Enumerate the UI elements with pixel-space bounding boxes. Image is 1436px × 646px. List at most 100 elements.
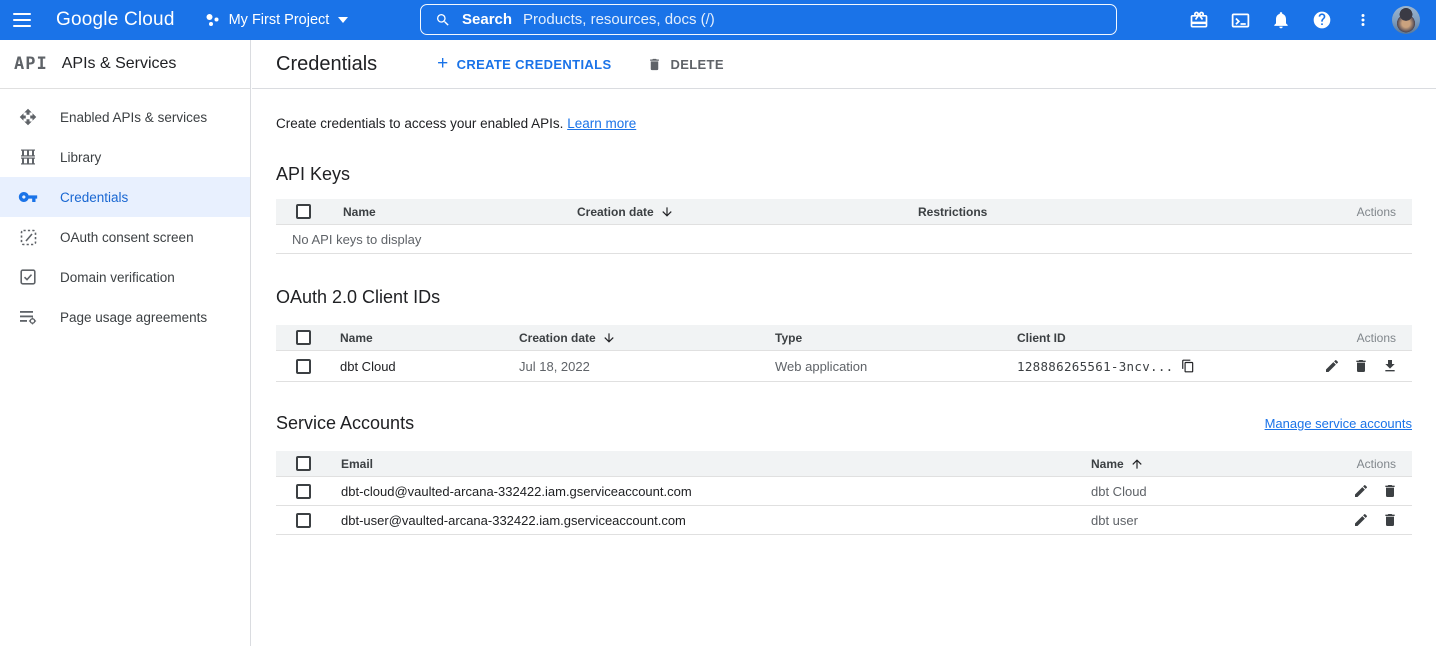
search-label: Search: [462, 11, 512, 28]
service-accounts-table: Email Name Actions dbt-cloud@vaulted-arc…: [276, 451, 1412, 535]
google-cloud-console: Google Cloud My First Project Search Pro…: [0, 0, 1436, 646]
oauth-client-name[interactable]: dbt Cloud: [340, 359, 519, 374]
column-header-name[interactable]: Name: [1091, 457, 1332, 471]
column-header-actions: Actions: [1332, 205, 1412, 219]
page-title: Credentials: [276, 53, 377, 76]
table-row: dbt-cloud@vaulted-arcana-332422.iam.gser…: [276, 477, 1412, 506]
column-header-creation-date[interactable]: Creation date: [577, 205, 918, 219]
service-account-name: dbt Cloud: [1091, 484, 1332, 499]
row-checkbox[interactable]: [296, 484, 311, 499]
page-usage-icon: [16, 305, 40, 329]
column-header-actions: Actions: [1332, 457, 1412, 471]
service-account-name: dbt user: [1091, 513, 1332, 528]
oauth-client-creation-date: Jul 18, 2022: [519, 359, 775, 374]
column-header-name[interactable]: Name: [343, 205, 577, 219]
edit-icon[interactable]: [1353, 483, 1369, 499]
oauth-client-type: Web application: [775, 359, 1017, 374]
sidebar-title: APIs & Services: [62, 55, 177, 73]
sort-desc-icon: [660, 205, 674, 219]
sidebar-item-enabled-apis[interactable]: Enabled APIs & services: [0, 97, 250, 137]
topbar-actions: [1187, 0, 1436, 40]
sidebar-item-credentials[interactable]: Credentials: [0, 177, 250, 217]
oauth-client-id: 128886265561-3ncv...: [1017, 359, 1174, 374]
gift-icon[interactable]: [1187, 8, 1211, 32]
chevron-down-icon: [338, 17, 348, 23]
delete-icon[interactable]: [1382, 512, 1398, 528]
api-keys-empty-message: No API keys to display: [276, 225, 1412, 254]
service-accounts-table-header: Email Name Actions: [276, 451, 1412, 477]
menu-icon[interactable]: [0, 0, 44, 40]
trash-icon: [647, 57, 662, 72]
api-keys-table-header: Name Creation date Restrictions Actions: [276, 199, 1412, 225]
project-icon: [205, 13, 220, 28]
select-all-checkbox[interactable]: [296, 456, 311, 471]
manage-service-accounts-link[interactable]: Manage service accounts: [1265, 416, 1412, 431]
service-account-email[interactable]: dbt-cloud@vaulted-arcana-332422.iam.gser…: [341, 484, 1091, 499]
sidebar-nav: Enabled APIs & services Library Credenti…: [0, 89, 250, 337]
key-icon: [16, 185, 40, 209]
api-keys-table: Name Creation date Restrictions Actions …: [276, 199, 1412, 254]
sidebar-item-label: Enabled APIs & services: [60, 110, 207, 125]
intro-text: Create credentials to access your enable…: [276, 116, 1412, 131]
notifications-icon[interactable]: [1269, 8, 1293, 32]
sidebar-item-label: Credentials: [60, 190, 128, 205]
delete-icon[interactable]: [1353, 358, 1369, 374]
main-content: Credentials + CREATE CREDENTIALS DELETE …: [252, 40, 1436, 646]
search-icon: [435, 12, 451, 28]
project-selector[interactable]: My First Project: [197, 0, 357, 40]
sort-desc-icon: [602, 331, 616, 345]
oauth-clients-heading: OAuth 2.0 Client IDs: [276, 287, 1412, 308]
delete-icon[interactable]: [1382, 483, 1398, 499]
select-all-checkbox[interactable]: [296, 204, 311, 219]
select-all-checkbox[interactable]: [296, 330, 311, 345]
sidebar-item-domain-verification[interactable]: Domain verification: [0, 257, 250, 297]
api-keys-heading: API Keys: [276, 164, 1412, 185]
avatar[interactable]: [1392, 6, 1420, 34]
delete-button[interactable]: DELETE: [647, 57, 723, 72]
table-row: dbt Cloud Jul 18, 2022 Web application 1…: [276, 351, 1412, 382]
project-name: My First Project: [229, 12, 330, 28]
column-header-client-id[interactable]: Client ID: [1017, 331, 1300, 345]
column-header-restrictions[interactable]: Restrictions: [918, 205, 1332, 219]
column-header-creation-date[interactable]: Creation date: [519, 331, 775, 345]
search-input[interactable]: Search Products, resources, docs (/): [420, 4, 1117, 35]
domain-verification-icon: [16, 265, 40, 289]
create-credentials-button[interactable]: + CREATE CREDENTIALS: [437, 56, 611, 73]
service-accounts-heading: Service Accounts: [276, 413, 414, 434]
download-icon[interactable]: [1382, 358, 1398, 374]
column-header-actions: Actions: [1300, 331, 1412, 345]
cloud-shell-icon[interactable]: [1228, 8, 1252, 32]
column-header-name[interactable]: Name: [340, 331, 519, 345]
sidebar-item-page-usage[interactable]: Page usage agreements: [0, 297, 250, 337]
copy-icon[interactable]: [1181, 359, 1195, 373]
sidebar-item-oauth-consent[interactable]: OAuth consent screen: [0, 217, 250, 257]
row-checkbox[interactable]: [296, 513, 311, 528]
google-cloud-logo[interactable]: Google Cloud: [56, 9, 175, 31]
edit-icon[interactable]: [1353, 512, 1369, 528]
sidebar: API APIs & Services Enabled APIs & servi…: [0, 40, 251, 646]
enabled-apis-icon: [16, 105, 40, 129]
service-account-email[interactable]: dbt-user@vaulted-arcana-332422.iam.gserv…: [341, 513, 1091, 528]
edit-icon[interactable]: [1324, 358, 1340, 374]
oauth-clients-table: Name Creation date Type Client ID Action…: [276, 325, 1412, 382]
learn-more-link[interactable]: Learn more: [567, 116, 636, 131]
sidebar-header: API APIs & Services: [0, 40, 250, 89]
more-vertical-icon[interactable]: [1351, 8, 1375, 32]
sidebar-item-library[interactable]: Library: [0, 137, 250, 177]
table-row: dbt-user@vaulted-arcana-332422.iam.gserv…: [276, 506, 1412, 535]
search-placeholder: Products, resources, docs (/): [523, 11, 715, 28]
sidebar-item-label: Library: [60, 150, 101, 165]
column-header-type[interactable]: Type: [775, 331, 1017, 345]
top-app-bar: Google Cloud My First Project Search Pro…: [0, 0, 1436, 40]
sort-asc-icon: [1130, 457, 1144, 471]
help-icon[interactable]: [1310, 8, 1334, 32]
row-checkbox[interactable]: [296, 359, 311, 374]
plus-icon: +: [437, 54, 448, 73]
api-product-icon: API: [14, 54, 48, 74]
column-header-email[interactable]: Email: [341, 457, 1091, 471]
page-toolbar: Credentials + CREATE CREDENTIALS DELETE: [252, 40, 1436, 89]
sidebar-item-label: Page usage agreements: [60, 310, 207, 325]
consent-screen-icon: [16, 225, 40, 249]
sidebar-item-label: OAuth consent screen: [60, 230, 194, 245]
oauth-table-header: Name Creation date Type Client ID Action…: [276, 325, 1412, 351]
